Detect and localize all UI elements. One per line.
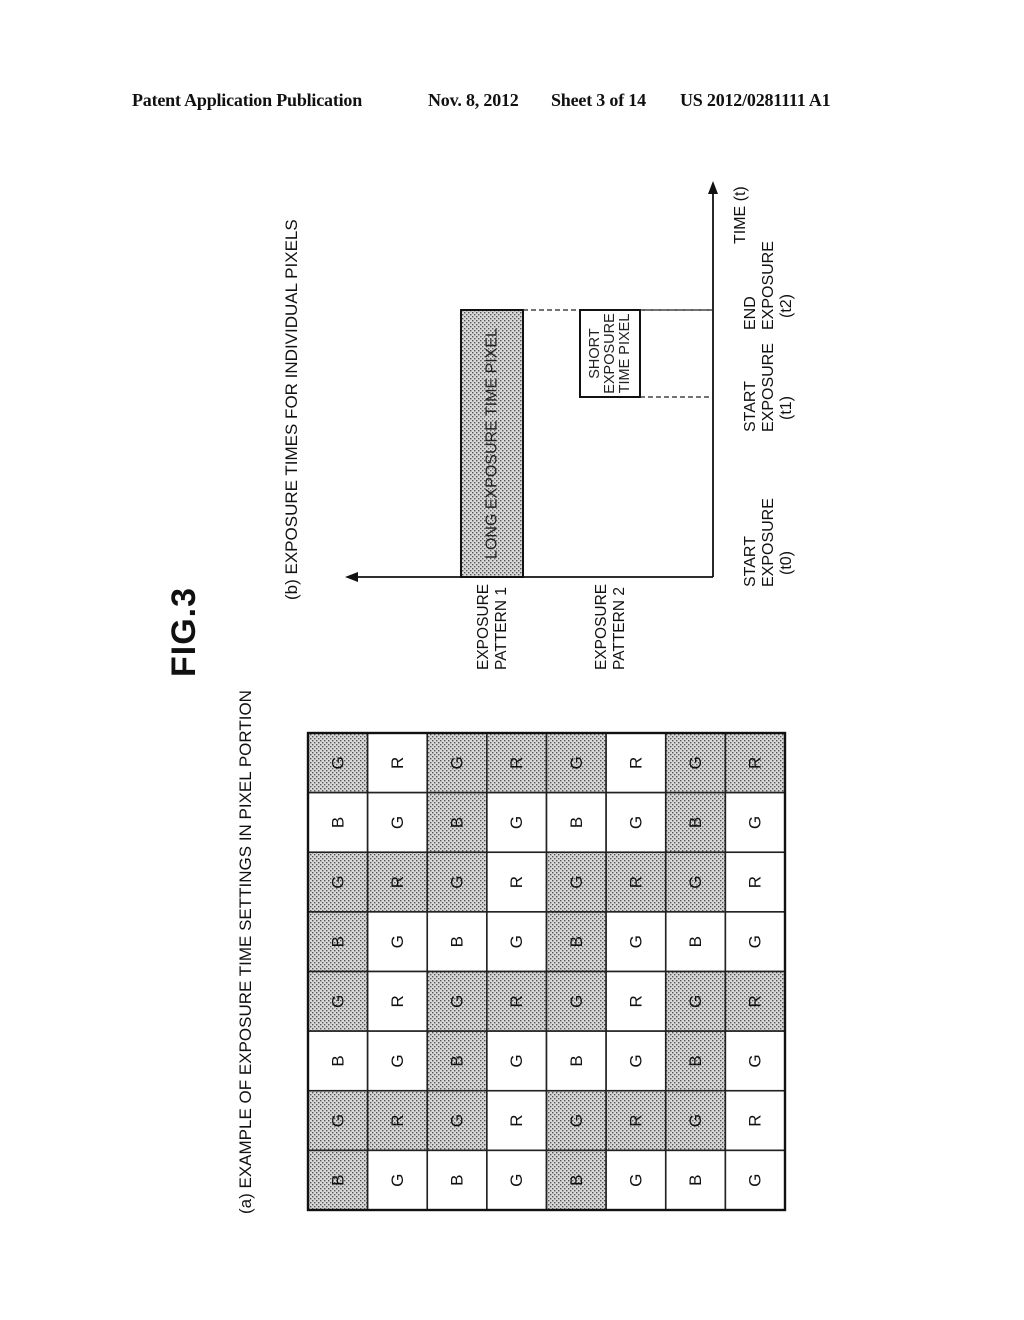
pixel-color-label: G xyxy=(567,1114,586,1127)
pixel-color-label: G xyxy=(746,1174,765,1187)
pixel-color-label: B xyxy=(448,1175,467,1186)
pixel-color-label: R xyxy=(746,995,765,1007)
pixel-color-label: G xyxy=(507,1174,526,1187)
pixel-color-label: B xyxy=(686,817,705,828)
pixel-color-label: G xyxy=(448,875,467,888)
pixel-color-label: G xyxy=(746,816,765,829)
pixel-color-label: G xyxy=(448,995,467,1008)
pixel-color-label: R xyxy=(507,1114,526,1126)
pixel-color-label: B xyxy=(448,1055,467,1066)
pixel-color-label: G xyxy=(686,756,705,769)
pixel-color-label: R xyxy=(507,757,526,769)
pixel-color-label: G xyxy=(388,816,407,829)
pixel-color-label: B xyxy=(448,817,467,828)
pixel-color-label: G xyxy=(686,875,705,888)
pattern-axis-arrow xyxy=(345,572,358,582)
time-mark-label: (t0) xyxy=(778,551,795,575)
pixel-color-label: R xyxy=(388,757,407,769)
pixel-color-label: B xyxy=(567,817,586,828)
exposure-bar-label: SHORT xyxy=(587,328,603,379)
pixel-color-label: G xyxy=(626,935,645,948)
pixel-color-label: G xyxy=(507,816,526,829)
pixel-color-label: G xyxy=(626,1054,645,1067)
pixel-color-label: R xyxy=(746,1114,765,1126)
pixel-color-label: R xyxy=(626,757,645,769)
time-mark-label: (t2) xyxy=(778,294,795,318)
pixel-color-label: R xyxy=(507,876,526,888)
time-axis-label: TIME (t) xyxy=(732,186,749,244)
pixel-color-label: R xyxy=(746,876,765,888)
pixel-color-label: B xyxy=(567,936,586,947)
exposure-bar-label: EXPOSURE xyxy=(602,313,618,394)
pixel-color-label: R xyxy=(626,995,645,1007)
pixel-color-label: R xyxy=(388,1114,407,1126)
pixel-color-label: G xyxy=(567,875,586,888)
time-axis-arrow xyxy=(708,181,718,194)
time-mark-label: START xyxy=(742,381,759,432)
pixel-color-label: B xyxy=(328,936,347,947)
pixel-color-label: B xyxy=(686,936,705,947)
pixel-color-label: G xyxy=(507,935,526,948)
pixel-color-label: G xyxy=(746,1054,765,1067)
pixel-color-label: R xyxy=(746,757,765,769)
pixel-color-label: G xyxy=(626,816,645,829)
exposure-pattern-label: PATTERN 1 xyxy=(493,587,510,670)
pixel-color-label: G xyxy=(328,756,347,769)
pixel-color-label: R xyxy=(388,995,407,1007)
pixel-color-label: B xyxy=(328,1175,347,1186)
pixel-color-label: R xyxy=(626,876,645,888)
pixel-color-label: G xyxy=(328,995,347,1008)
exposure-bar-label: TIME PIXEL xyxy=(617,314,633,394)
pixel-color-label: B xyxy=(686,1055,705,1066)
pixel-color-label: G xyxy=(746,935,765,948)
pixel-color-label: G xyxy=(388,935,407,948)
pixel-color-label: G xyxy=(686,995,705,1008)
pixel-color-label: G xyxy=(328,875,347,888)
time-mark-label: START xyxy=(742,536,759,587)
pixel-color-label: G xyxy=(567,756,586,769)
exposure-pattern-label: EXPOSURE xyxy=(475,584,492,670)
time-mark-label: END xyxy=(742,296,759,330)
time-mark-label: EXPOSURE xyxy=(760,241,777,330)
pixel-color-label: G xyxy=(626,1174,645,1187)
pixel-color-label: B xyxy=(328,1055,347,1066)
pixel-color-label: B xyxy=(567,1175,586,1186)
pixel-color-label: B xyxy=(448,936,467,947)
pixel-color-label: G xyxy=(388,1174,407,1187)
pixel-color-label: R xyxy=(626,1114,645,1126)
time-mark-label: (t1) xyxy=(778,396,795,420)
pixel-color-label: G xyxy=(388,1054,407,1067)
exposure-pattern-label: EXPOSURE xyxy=(593,584,610,670)
pixel-color-label: B xyxy=(567,1055,586,1066)
pixel-color-label: B xyxy=(328,817,347,828)
figure-canvas: G R G R G R G R B G B G B G B G G R G R G R G R B G B G B G B G G R G R G R G R… xyxy=(306,181,795,1212)
exposure-pattern-label: PATTERN 2 xyxy=(611,587,628,670)
pixel-color-label: G xyxy=(507,1054,526,1067)
time-mark-label: EXPOSURE xyxy=(760,343,777,432)
exposure-bar-label: LONG EXPOSURE TIME PIXEL xyxy=(484,328,501,559)
pixel-color-label: G xyxy=(448,756,467,769)
pixel-color-label: G xyxy=(328,1114,347,1127)
pixel-color-label: R xyxy=(388,876,407,888)
pixel-grid: G R G R G R G R B G B G B G B G G R G R G R G R B G B G B G B G G R G R G R G R… xyxy=(306,731,787,1212)
pixel-color-label: R xyxy=(507,995,526,1007)
exposure-timing-diagram: TIME (t) LONG EXPOSURE TIME PIXEL EXPOSURE… xyxy=(345,181,795,670)
pixel-color-label: G xyxy=(448,1114,467,1127)
pixel-color-label: G xyxy=(686,1114,705,1127)
pixel-color-label: G xyxy=(567,995,586,1008)
pixel-color-label: B xyxy=(686,1175,705,1186)
time-mark-label: EXPOSURE xyxy=(760,498,777,587)
